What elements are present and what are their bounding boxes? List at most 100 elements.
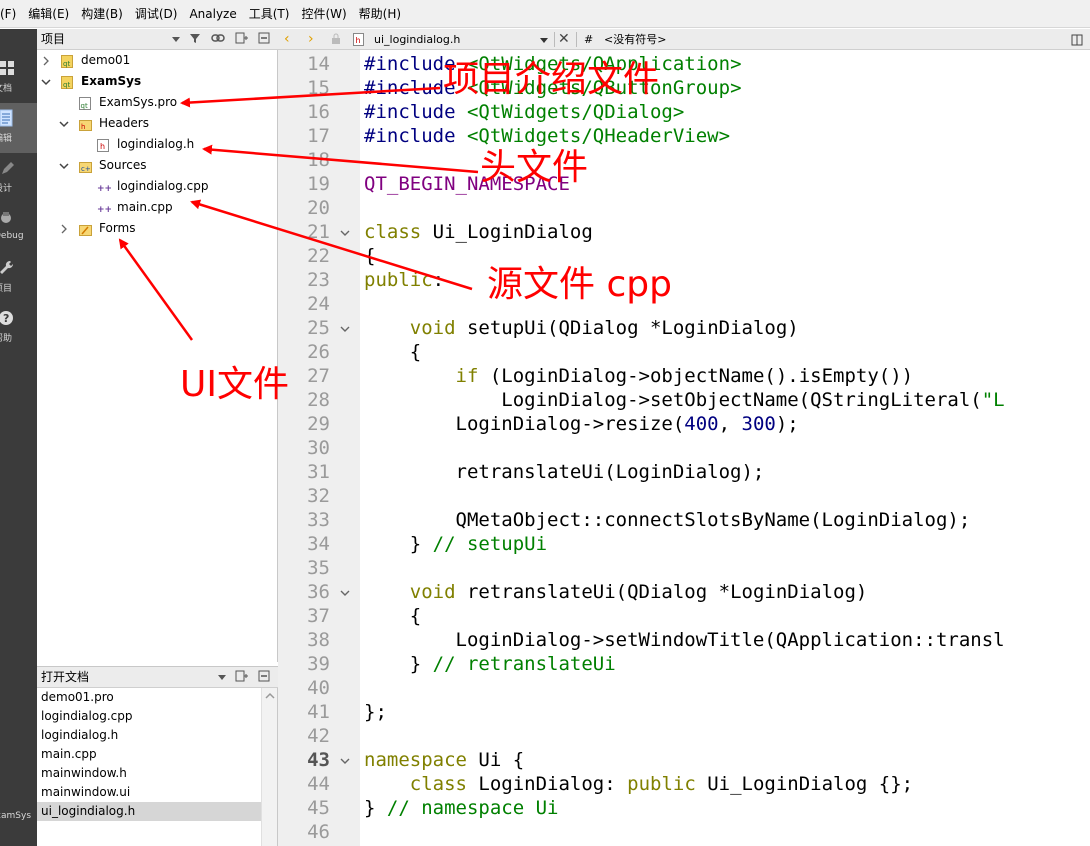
tree-item[interactable]: h Headers [37, 113, 277, 134]
tree-item-label: Headers [99, 116, 149, 130]
code-line[interactable]: QMetaObject::connectSlotsByName(LoginDia… [364, 508, 971, 532]
code-line[interactable]: } // namespace Ui [364, 796, 558, 820]
back-arrow-icon[interactable]: ‹ [284, 29, 290, 50]
tree-item[interactable]: h logindialog.h [37, 134, 277, 155]
code-line[interactable]: retranslateUi(LoginDialog); [364, 460, 765, 484]
open-documents-combo[interactable]: 打开文档 [39, 669, 226, 686]
code-line[interactable]: if (LoginDialog->objectName().isEmpty()) [364, 364, 914, 388]
fold-marker-icon[interactable] [340, 748, 352, 772]
symbol-combo[interactable]: <没有符号> [604, 29, 666, 50]
code-line[interactable]: }; [364, 700, 387, 724]
line-number: 39 [307, 653, 330, 675]
chevron-down-icon[interactable] [540, 29, 548, 50]
open-document-item[interactable]: main.cpp [37, 745, 262, 764]
code-line[interactable]: class Ui_LoginDialog [364, 220, 593, 244]
code-line[interactable]: class LoginDialog: public Ui_LoginDialog… [364, 772, 913, 796]
line-number: 22 [307, 245, 330, 267]
split-icon[interactable] [1071, 29, 1083, 50]
line-number: 33 [307, 509, 330, 531]
split-icon[interactable] [233, 32, 249, 47]
chevron-down-icon[interactable] [59, 155, 69, 176]
code-line[interactable]: LoginDialog->setObjectName(QStringLitera… [364, 388, 1004, 412]
mode-button[interactable]: 编辑 [0, 103, 37, 153]
chevron-right-icon[interactable] [41, 50, 51, 71]
code-line[interactable]: { [364, 604, 421, 628]
tree-item[interactable]: qt ExamSys [37, 71, 277, 92]
line-number: 19 [307, 173, 330, 195]
tree-item[interactable]: qt demo01 [37, 50, 277, 71]
filter-icon[interactable] [187, 32, 203, 47]
editor-file-name[interactable]: ui_logindialog.h [374, 29, 460, 50]
link-icon[interactable] [210, 32, 226, 47]
chevron-right-icon[interactable] [59, 218, 69, 239]
code-line[interactable]: void setupUi(QDialog *LoginDialog) [364, 316, 799, 340]
close-panel-icon[interactable] [256, 670, 272, 685]
code-line[interactable]: } // setupUi [364, 532, 547, 556]
menu-item[interactable]: 工具(T) [243, 0, 296, 28]
mode-button[interactable]: 文档 [0, 53, 37, 103]
code-line[interactable]: #include <QtWidgets/QHeaderView> [364, 124, 730, 148]
annotation-ui-file: UI文件 [180, 364, 289, 405]
open-document-item[interactable]: demo01.pro [37, 688, 262, 707]
mode-button[interactable]: 设计 [0, 153, 37, 203]
line-number: 30 [307, 437, 330, 459]
line-number: 37 [307, 605, 330, 627]
code-line[interactable]: #include <QtWidgets/QDialog> [364, 100, 684, 124]
menu-item[interactable]: 编辑(E) [22, 0, 75, 28]
tree-item[interactable]: qt ExamSys.pro [37, 92, 277, 113]
mode-button[interactable]: Debug [0, 203, 37, 253]
tree-item[interactable]: ++ main.cpp [37, 197, 277, 218]
mode-button[interactable]: 项目 [0, 253, 37, 303]
project-view-combo[interactable]: 项目 [39, 31, 182, 48]
code-line[interactable]: } // retranslateUi [364, 652, 616, 676]
mode-project-label[interactable]: ExamSys [0, 811, 31, 821]
code-line[interactable]: void retranslateUi(QDialog *LoginDialog) [364, 580, 868, 604]
menu-item[interactable]: 帮助(H) [353, 0, 407, 28]
code-line[interactable]: LoginDialog->setWindowTitle(QApplication… [364, 628, 1005, 652]
open-document-item[interactable]: logindialog.cpp [37, 707, 262, 726]
menu-item[interactable]: 控件(W) [295, 0, 352, 28]
menu-item[interactable]: 构建(B) [75, 0, 129, 28]
chevron-down-icon[interactable] [41, 71, 51, 92]
close-icon[interactable]: ✕ [558, 29, 570, 50]
svg-text:?: ? [3, 312, 9, 325]
toolbar-divider [554, 32, 555, 47]
fold-marker-icon[interactable] [340, 316, 352, 340]
code-line[interactable]: namespace Ui { [364, 748, 524, 772]
open-documents-header: 打开文档 [37, 666, 278, 688]
open-document-item[interactable]: logindialog.h [37, 726, 262, 745]
project-panel-header: 项目 [37, 29, 278, 50]
annotation-source-file: 源文件 cpp [487, 264, 672, 305]
open-document-item[interactable]: mainwindow.ui [37, 783, 262, 802]
forward-arrow-icon[interactable]: › [308, 29, 314, 50]
code-line[interactable]: { [364, 244, 375, 268]
line-number: 40 [307, 677, 330, 699]
open-document-item[interactable]: mainwindow.h [37, 764, 262, 783]
editor-toolbar: ‹ › h ui_logindialog.h ✕ # <没有符号> [278, 29, 1090, 50]
bug-icon [0, 209, 14, 229]
tree-item[interactable]: ++ logindialog.cpp [37, 176, 277, 197]
code-editor[interactable]: #include <QtWidgets/QApplication> #includ… [360, 50, 1090, 846]
menu-item[interactable]: Analyze [183, 0, 242, 28]
fold-marker-icon[interactable] [340, 580, 352, 604]
fold-marker-icon[interactable] [340, 220, 352, 244]
close-panel-icon[interactable] [256, 32, 272, 47]
vertical-scrollbar[interactable] [261, 688, 277, 846]
chevron-down-icon[interactable] [59, 113, 69, 134]
svg-text:h: h [81, 123, 85, 131]
mode-button[interactable]: ? 帮助 [0, 303, 37, 353]
menu-item[interactable]: 调试(D) [129, 0, 184, 28]
tree-item[interactable]: c+ Sources [37, 155, 277, 176]
menu-item[interactable]: (F) [0, 0, 22, 28]
menu-bar: (F) 编辑(E) 构建(B) 调试(D) Analyze 工具(T) 控件(W) 帮助(H) [0, 0, 1090, 28]
code-line[interactable]: LoginDialog->resize(400, 300); [364, 412, 799, 436]
tree-item[interactable]: Forms [37, 218, 277, 239]
svg-text:++: ++ [97, 184, 111, 194]
code-line[interactable]: { [364, 340, 421, 364]
code-line[interactable]: public: [364, 268, 444, 292]
split-icon[interactable] [233, 670, 249, 685]
symbol-hash: # [584, 33, 594, 46]
open-document-item[interactable]: ui_logindialog.h [37, 802, 262, 821]
svg-text:c+: c+ [81, 165, 91, 173]
svg-text:qt: qt [63, 60, 70, 68]
